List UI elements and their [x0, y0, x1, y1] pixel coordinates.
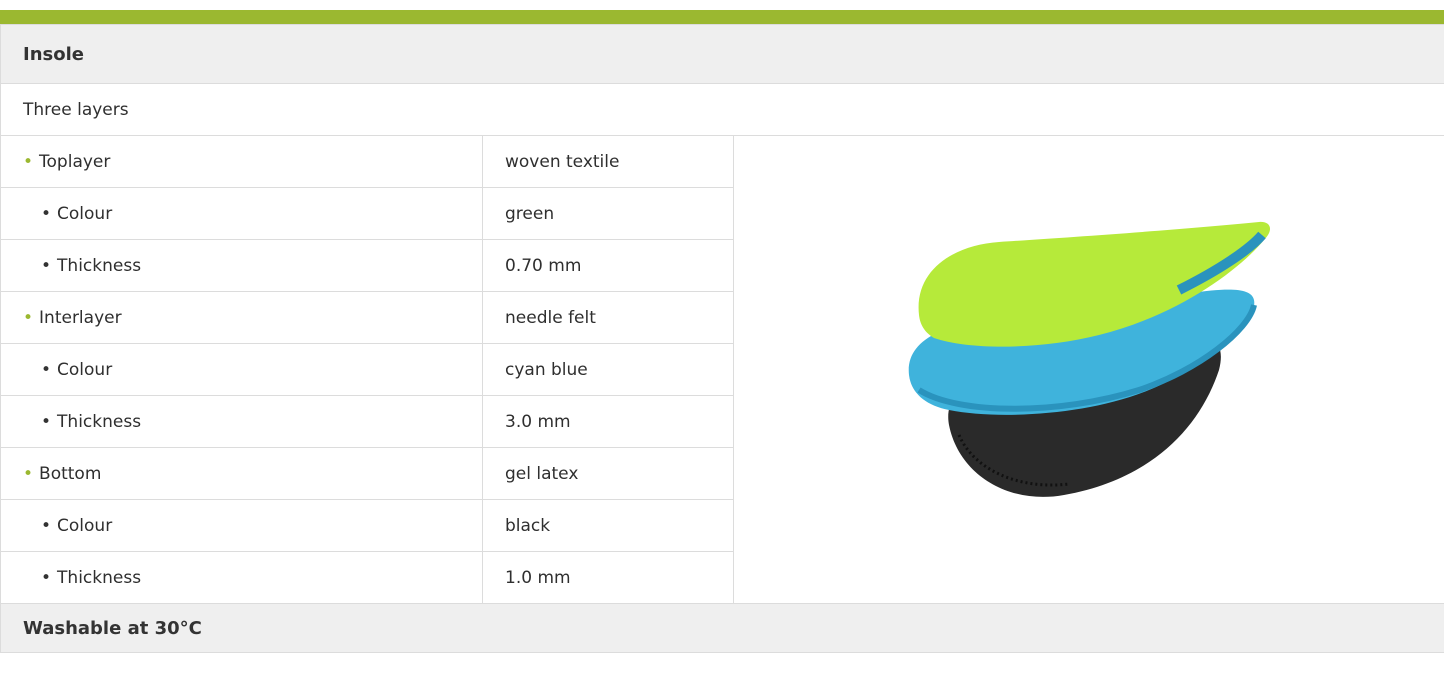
row-value: needle felt — [482, 291, 734, 344]
table-subtitle: Three layers — [0, 83, 1444, 136]
row-label: Colour — [0, 187, 483, 240]
row-value: 1.0 mm — [482, 551, 734, 604]
row-label: Interlayer — [0, 291, 483, 344]
insole-image — [908, 221, 1271, 497]
row-label-text: Thickness — [23, 256, 141, 276]
row-label-text: Colour — [23, 360, 112, 380]
row-label-text: Toplayer — [23, 152, 110, 172]
row-label: Thickness — [0, 551, 483, 604]
insole-image-cell — [732, 135, 1444, 604]
row-label: Colour — [0, 343, 483, 396]
row-value: black — [482, 499, 734, 552]
row-label-text: Interlayer — [23, 308, 122, 328]
subheader-row: Three layers — [0, 83, 1444, 136]
spec-table: Insole Three layers Toplayer woven texti… — [0, 24, 1444, 653]
table-row: Toplayer woven textile — [0, 135, 1444, 604]
row-label: Colour — [0, 499, 483, 552]
row-value: 3.0 mm — [482, 395, 734, 448]
row-label: Bottom — [0, 447, 483, 500]
row-label: Thickness — [0, 239, 483, 292]
accent-bar — [0, 10, 1444, 24]
row-value: green — [482, 187, 734, 240]
table-footer-row: Washable at 30°C — [0, 603, 1444, 653]
row-label-text: Colour — [23, 204, 112, 224]
table-title: Insole — [0, 24, 1444, 84]
row-value: woven textile — [482, 135, 734, 188]
row-label-text: Bottom — [23, 464, 101, 484]
row-value: cyan blue — [482, 343, 734, 396]
row-label: Toplayer — [0, 135, 483, 188]
row-label-text: Thickness — [23, 412, 141, 432]
wash-note: Washable at 30°C — [0, 603, 1444, 653]
row-value: gel latex — [482, 447, 734, 500]
row-label-text: Colour — [23, 516, 112, 536]
row-label-text: Thickness — [23, 568, 141, 588]
table-header-row: Insole — [0, 24, 1444, 84]
row-value: 0.70 mm — [482, 239, 734, 292]
row-label: Thickness — [0, 395, 483, 448]
page-top-spacer — [0, 0, 1444, 10]
